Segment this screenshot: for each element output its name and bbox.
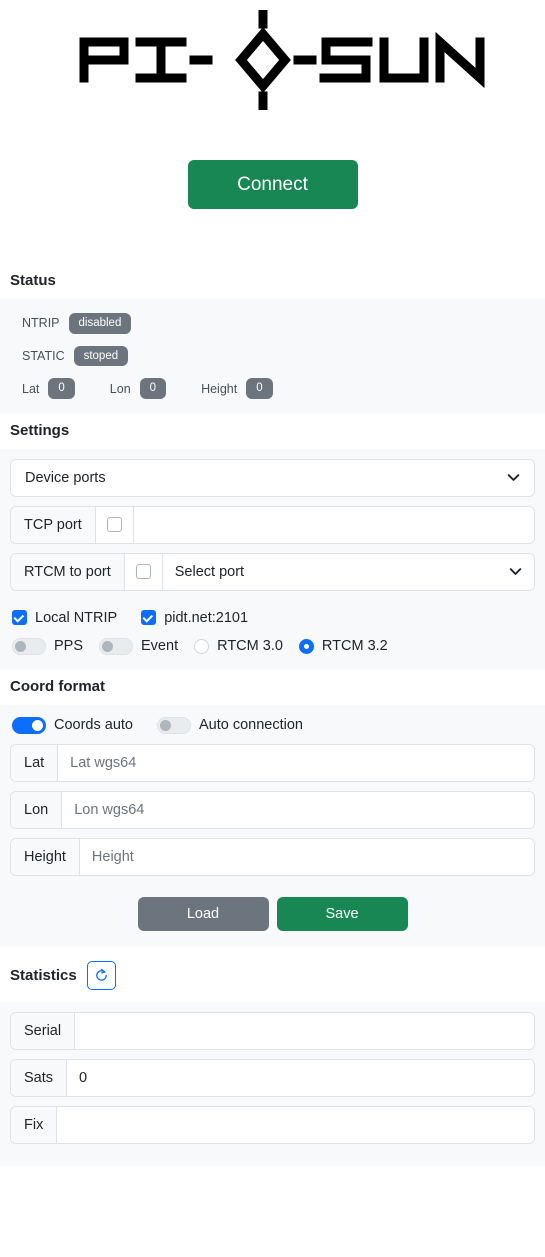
signal-options-row: PPS Event RTCM 3.0 RTCM 3.2 bbox=[10, 628, 535, 657]
statistics-refresh-button[interactable] bbox=[86, 961, 116, 991]
fix-input[interactable] bbox=[57, 1107, 534, 1144]
ntrip-label: NTRIP bbox=[22, 316, 60, 331]
rtcm32-radio[interactable] bbox=[298, 638, 314, 654]
static-status-badge: stoped bbox=[73, 345, 129, 367]
tcp-port-group: TCP port bbox=[10, 505, 535, 544]
status-height-label: Height bbox=[201, 381, 238, 396]
ntrip-host-option[interactable]: pidt.net:2101 bbox=[141, 610, 248, 626]
event-option[interactable]: Event bbox=[99, 637, 179, 655]
coord-actions: Load Save bbox=[10, 885, 535, 936]
static-label: STATIC bbox=[22, 348, 65, 363]
status-height: Height 0 bbox=[201, 378, 273, 399]
status-lon: Lon 0 bbox=[109, 378, 167, 399]
status-height-value: 0 bbox=[246, 378, 273, 399]
refresh-icon bbox=[95, 969, 107, 982]
status-panel: NTRIP disabled STATIC stoped Lat 0 Lon 0… bbox=[0, 299, 545, 413]
statistics-panel: Serial Sats Fix bbox=[0, 1002, 545, 1167]
connect-button-row: Connect bbox=[0, 114, 545, 263]
coord-format-section-title: Coord format bbox=[0, 668, 545, 705]
coords-auto-label: Coords auto bbox=[54, 717, 133, 734]
coords-auto-toggle[interactable] bbox=[12, 716, 46, 734]
app-logo bbox=[0, 0, 545, 114]
rtcm30-option[interactable]: RTCM 3.0 bbox=[194, 638, 283, 654]
auto-connection-toggle[interactable] bbox=[157, 716, 191, 734]
rtcm32-option[interactable]: RTCM 3.2 bbox=[298, 638, 388, 655]
status-row-static: STATIC stoped bbox=[10, 340, 535, 373]
rtcm-to-port-group: RTCM to port Select port bbox=[10, 552, 535, 591]
tcp-port-checkbox-cell bbox=[95, 506, 134, 543]
serial-label: Serial bbox=[11, 1013, 76, 1050]
coord-format-title-text: Coord format bbox=[10, 677, 105, 695]
load-button[interactable]: Load bbox=[137, 896, 269, 932]
settings-panel: Device ports TCP port RTCM to port Selec… bbox=[0, 448, 545, 669]
auto-connection-option[interactable]: Auto connection bbox=[157, 716, 303, 734]
pps-toggle[interactable] bbox=[12, 637, 46, 655]
status-lon-label: Lon bbox=[109, 381, 131, 396]
status-lat-label: Lat bbox=[22, 381, 40, 396]
sats-label: Sats bbox=[11, 1060, 68, 1097]
statistics-section-title: Statistics bbox=[0, 947, 545, 1003]
status-section-title: Status bbox=[0, 263, 545, 299]
status-lat: Lat 0 bbox=[22, 378, 75, 399]
settings-section-title: Settings bbox=[0, 412, 545, 449]
lon-input[interactable] bbox=[62, 791, 534, 828]
rtcm-to-port-select[interactable]: Select port bbox=[162, 553, 534, 590]
height-input-group: Height bbox=[10, 837, 535, 876]
status-row-ntrip: NTRIP disabled bbox=[10, 307, 535, 340]
local-ntrip-checkbox[interactable] bbox=[12, 610, 27, 626]
local-ntrip-option[interactable]: Local NTRIP bbox=[12, 610, 117, 626]
ntrip-checkbox-row: Local NTRIP pidt.net:2101 bbox=[10, 600, 535, 628]
device-ports-select[interactable]: Device ports bbox=[10, 458, 535, 497]
event-toggle[interactable] bbox=[99, 637, 134, 655]
auto-connection-label: Auto connection bbox=[199, 717, 303, 734]
fix-label: Fix bbox=[11, 1107, 58, 1144]
lon-label: Lon bbox=[11, 791, 63, 828]
event-label: Event bbox=[141, 638, 179, 655]
tcp-port-checkbox[interactable] bbox=[106, 517, 122, 533]
rtcm-to-port-label: RTCM to port bbox=[11, 553, 125, 590]
settings-title-text: Settings bbox=[10, 421, 70, 439]
serial-input-group: Serial bbox=[10, 1012, 535, 1051]
status-coords-row: Lat 0 Lon 0 Height 0 bbox=[10, 372, 535, 403]
save-button[interactable]: Save bbox=[276, 896, 408, 932]
ntrip-host-checkbox[interactable] bbox=[141, 610, 157, 626]
lon-input-group: Lon bbox=[10, 790, 535, 829]
lat-label: Lat bbox=[11, 744, 59, 781]
coord-toggles-row: Coords auto Auto connection bbox=[10, 715, 535, 744]
rtcm30-label: RTCM 3.0 bbox=[217, 638, 283, 655]
tcp-port-label: TCP port bbox=[11, 506, 96, 543]
serial-input[interactable] bbox=[75, 1013, 534, 1050]
rtcm32-label: RTCM 3.2 bbox=[321, 638, 388, 655]
chevron-down-icon bbox=[507, 474, 520, 482]
height-label: Height bbox=[11, 838, 80, 875]
rtcm-to-port-checkbox[interactable] bbox=[135, 564, 151, 580]
lat-input[interactable] bbox=[58, 744, 534, 781]
rtcm-to-port-checkbox-cell bbox=[124, 553, 163, 590]
rtcm-to-port-select-value: Select port bbox=[174, 563, 245, 580]
statistics-title-text: Statistics bbox=[10, 967, 77, 985]
height-input[interactable] bbox=[79, 838, 534, 875]
lat-input-group: Lat bbox=[10, 743, 535, 782]
sats-input[interactable] bbox=[67, 1060, 534, 1097]
local-ntrip-label: Local NTRIP bbox=[35, 609, 118, 626]
coord-format-panel: Coords auto Auto connection Lat Lon Heig… bbox=[0, 704, 545, 948]
chevron-down-icon bbox=[509, 568, 522, 576]
device-ports-value: Device ports bbox=[25, 469, 106, 486]
ntrip-status-badge: disabled bbox=[68, 313, 132, 334]
status-title-text: Status bbox=[10, 272, 56, 289]
fix-input-group: Fix bbox=[10, 1106, 535, 1145]
pps-label: PPS bbox=[54, 638, 84, 655]
sats-input-group: Sats bbox=[10, 1059, 535, 1098]
rtcm30-radio[interactable] bbox=[194, 638, 210, 654]
status-lat-value: 0 bbox=[48, 378, 75, 399]
status-lon-value: 0 bbox=[139, 378, 167, 399]
coords-auto-option[interactable]: Coords auto bbox=[12, 716, 133, 734]
ntrip-host-label: pidt.net:2101 bbox=[164, 609, 249, 626]
pps-option[interactable]: PPS bbox=[12, 637, 84, 655]
connect-button[interactable]: Connect bbox=[187, 160, 358, 209]
tcp-port-input[interactable] bbox=[133, 506, 534, 543]
